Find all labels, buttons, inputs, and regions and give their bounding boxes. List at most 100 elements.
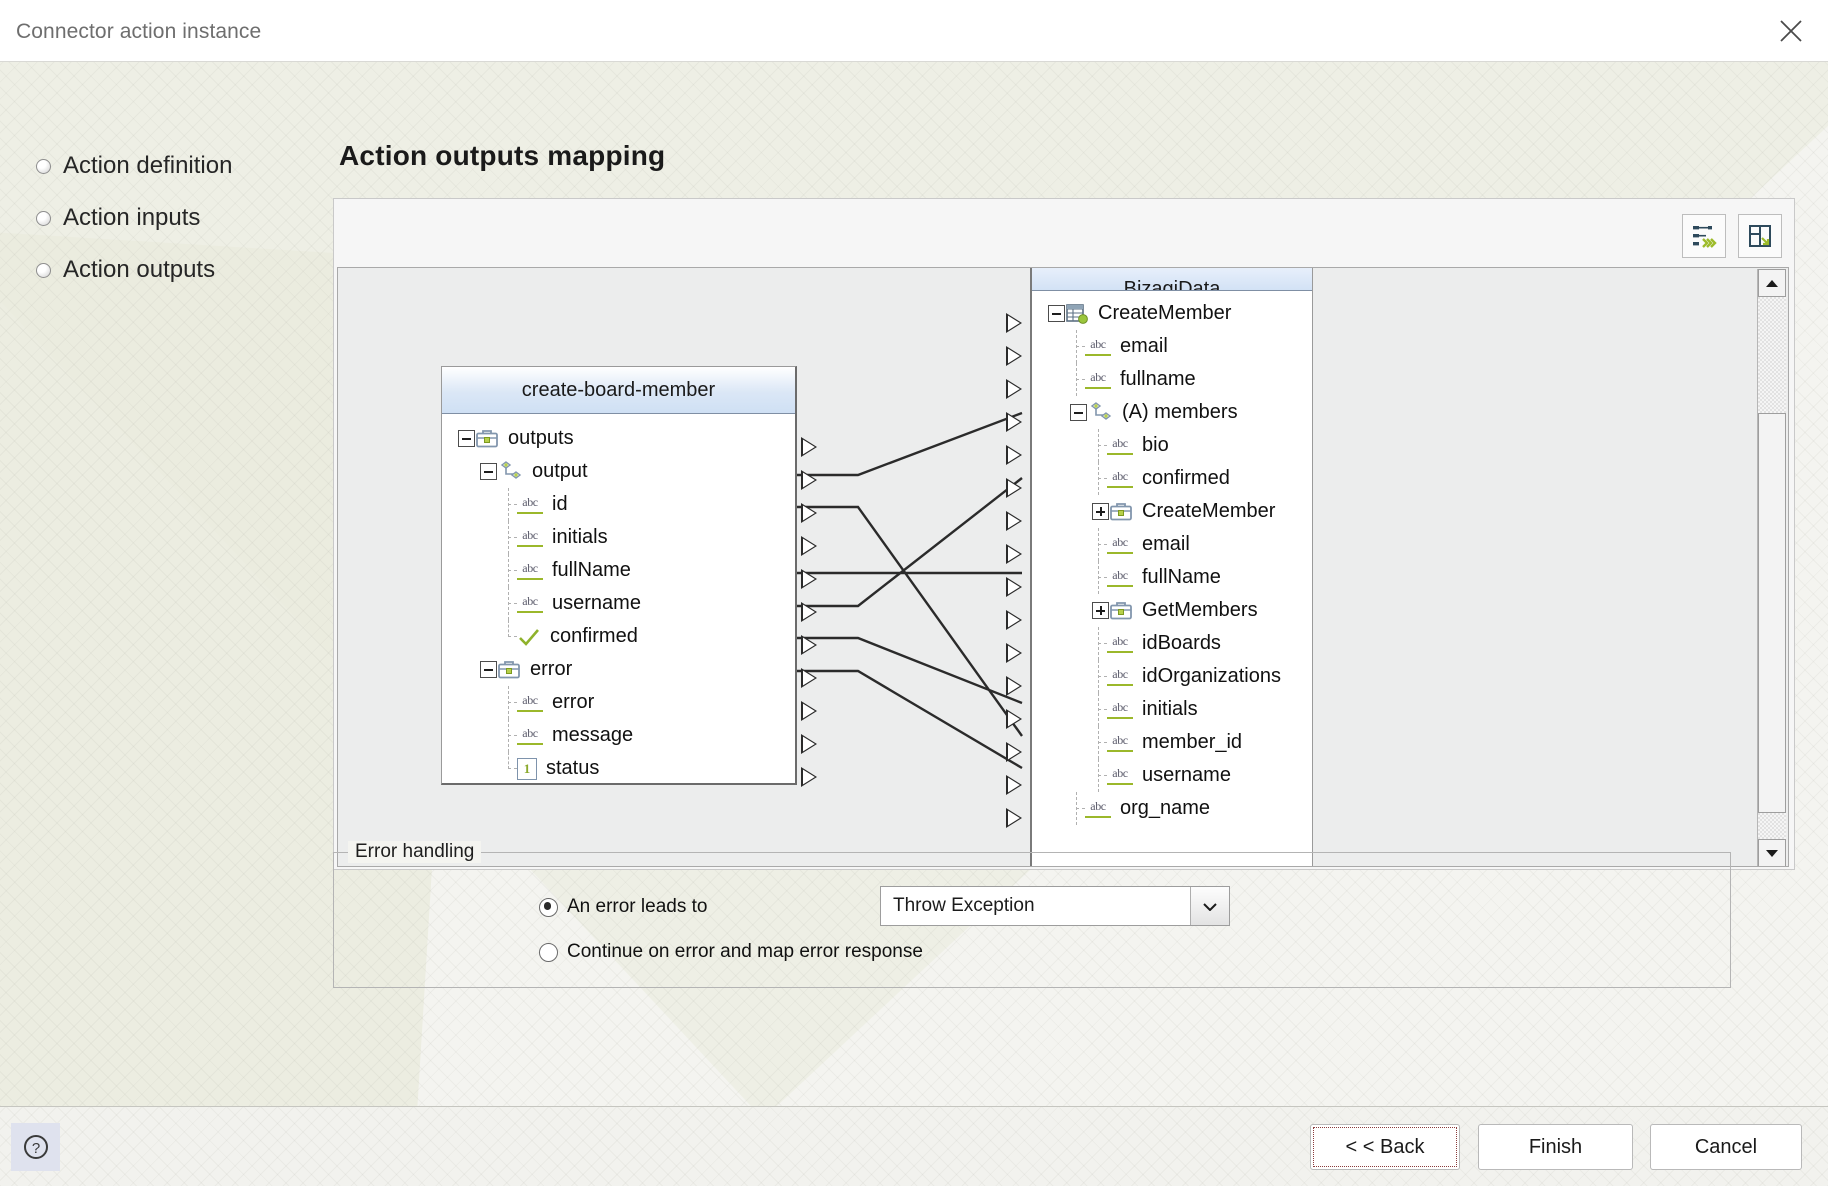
tree-row[interactable]: GetMembers bbox=[1032, 594, 1312, 627]
connector-port[interactable] bbox=[1006, 676, 1022, 696]
tree-row-label: output bbox=[532, 460, 588, 482]
tree-row[interactable]: abc initials bbox=[1032, 693, 1312, 726]
radio-label: An error leads to bbox=[567, 896, 708, 917]
connector-port[interactable] bbox=[801, 767, 817, 787]
tree-row-label: idOrganizations bbox=[1142, 665, 1281, 687]
connector-port[interactable] bbox=[801, 602, 817, 622]
tree-guide bbox=[502, 686, 517, 719]
collapse-icon[interactable] bbox=[458, 430, 475, 447]
finish-button[interactable]: Finish bbox=[1478, 1124, 1633, 1170]
error-action-select[interactable]: Throw Exception bbox=[880, 886, 1230, 926]
tree-row[interactable]: CreateMember bbox=[1032, 495, 1312, 528]
scroll-up-icon[interactable] bbox=[1758, 269, 1786, 297]
collapse-icon[interactable] bbox=[1070, 404, 1087, 421]
error-handling-legend: Error handling bbox=[348, 841, 482, 863]
tree-row[interactable]: abc confirmed bbox=[1032, 462, 1312, 495]
connector-action-dialog: Connector action instance Action definit… bbox=[0, 0, 1828, 1186]
tree-row[interactable]: CreateMember bbox=[1032, 297, 1312, 330]
connector-port[interactable] bbox=[1006, 412, 1022, 432]
tree-row-label: email bbox=[1142, 533, 1190, 555]
tree-row[interactable]: abc fullname bbox=[1032, 363, 1312, 396]
tree-row[interactable]: abc username bbox=[1032, 759, 1312, 792]
target-tree: CreateMember abc email abc fullname (A) membe… bbox=[1032, 291, 1312, 825]
scrollbar-thumb[interactable] bbox=[1758, 413, 1786, 813]
tree-row[interactable]: abc idBoards bbox=[1032, 627, 1312, 660]
tree-row[interactable]: abc fullName bbox=[1032, 561, 1312, 594]
target-input-ports bbox=[1006, 268, 1028, 866]
tree-row[interactable]: error bbox=[442, 653, 795, 686]
collapse-icon[interactable] bbox=[480, 463, 497, 480]
connector-port[interactable] bbox=[1006, 610, 1022, 630]
connector-port[interactable] bbox=[801, 635, 817, 655]
integer-type-icon: 1 bbox=[517, 757, 537, 780]
tree-row[interactable]: outputs bbox=[442, 422, 795, 455]
connector-port[interactable] bbox=[801, 668, 817, 688]
tree-row[interactable]: abc member_id bbox=[1032, 726, 1312, 759]
tree-row[interactable]: (A) members bbox=[1032, 396, 1312, 429]
connector-port[interactable] bbox=[1006, 775, 1022, 795]
tree-row[interactable]: abc idOrganizations bbox=[1032, 660, 1312, 693]
tree-row[interactable]: abc initials bbox=[442, 521, 795, 554]
tree-row[interactable]: abc message bbox=[442, 719, 795, 752]
connector-port[interactable] bbox=[1006, 709, 1022, 729]
tree-row[interactable]: 1 status bbox=[442, 752, 795, 785]
expand-icon[interactable] bbox=[1092, 602, 1109, 619]
tree-row[interactable]: abc bio bbox=[1032, 429, 1312, 462]
connector-port[interactable] bbox=[1006, 445, 1022, 465]
tree-row[interactable]: abc username bbox=[442, 587, 795, 620]
collapse-icon[interactable] bbox=[480, 661, 497, 678]
tree-row-label: initials bbox=[1142, 698, 1198, 720]
collapse-icon[interactable] bbox=[1048, 305, 1065, 322]
connector-port[interactable] bbox=[801, 470, 817, 490]
tree-row[interactable]: abc email bbox=[1032, 330, 1312, 363]
connector-port[interactable] bbox=[1006, 313, 1022, 333]
connector-port[interactable] bbox=[1006, 511, 1022, 531]
expand-panel-icon[interactable] bbox=[1738, 214, 1782, 258]
radio-an-error-leads-to[interactable]: An error leads to bbox=[539, 896, 707, 918]
connector-port[interactable] bbox=[1006, 742, 1022, 762]
connector-port[interactable] bbox=[801, 536, 817, 556]
close-icon[interactable] bbox=[1768, 8, 1814, 54]
tree-row[interactable]: output bbox=[442, 455, 795, 488]
tree-row-label: message bbox=[552, 724, 634, 746]
tree-row[interactable]: abc org_name bbox=[1032, 792, 1312, 825]
cancel-button[interactable]: Cancel bbox=[1650, 1124, 1802, 1170]
scroll-down-icon[interactable] bbox=[1758, 839, 1786, 866]
connector-port[interactable] bbox=[1006, 478, 1022, 498]
radio-icon-selected[interactable] bbox=[539, 897, 558, 917]
scrollbar-track[interactable] bbox=[1758, 297, 1786, 839]
connector-port[interactable] bbox=[1006, 544, 1022, 564]
back-button[interactable]: < < Back bbox=[1310, 1124, 1460, 1170]
connector-port[interactable] bbox=[1006, 808, 1022, 828]
tree-row[interactable]: confirmed bbox=[442, 620, 795, 653]
sidebar-item-action-outputs[interactable]: Action outputs bbox=[36, 244, 326, 296]
connector-port[interactable] bbox=[1006, 643, 1022, 663]
help-icon[interactable]: ? bbox=[11, 1123, 60, 1171]
auto-map-icon[interactable] bbox=[1682, 214, 1726, 258]
sidebar-item-action-definition[interactable]: Action definition bbox=[36, 140, 326, 192]
canvas-scrollbar[interactable] bbox=[1757, 269, 1787, 866]
connector-port[interactable] bbox=[801, 701, 817, 721]
connector-port[interactable] bbox=[801, 569, 817, 589]
tree-guide bbox=[502, 620, 517, 653]
wizard-nav: Action definition Action inputs Action o… bbox=[36, 140, 326, 296]
abc-string-icon: abc bbox=[1107, 766, 1133, 785]
connector-port[interactable] bbox=[1006, 577, 1022, 597]
tree-guide bbox=[502, 521, 517, 554]
radio-icon-unselected[interactable] bbox=[539, 942, 558, 962]
chevron-down-icon[interactable] bbox=[1190, 887, 1229, 925]
dialog-footer: ? < < Back Finish Cancel bbox=[0, 1106, 1828, 1186]
connector-port[interactable] bbox=[801, 503, 817, 523]
connector-port[interactable] bbox=[1006, 379, 1022, 399]
sidebar-item-action-inputs[interactable]: Action inputs bbox=[36, 192, 326, 244]
connector-port[interactable] bbox=[801, 437, 817, 457]
connector-port[interactable] bbox=[1006, 346, 1022, 366]
connector-port[interactable] bbox=[801, 734, 817, 754]
tree-row[interactable]: abc fullName bbox=[442, 554, 795, 587]
radio-continue-on-error[interactable]: Continue on error and map error response bbox=[539, 941, 923, 963]
mapping-canvas[interactable]: create-board-member outputs output abc id ab… bbox=[337, 267, 1789, 867]
expand-icon[interactable] bbox=[1092, 503, 1109, 520]
tree-row[interactable]: abc id bbox=[442, 488, 795, 521]
tree-row[interactable]: abc email bbox=[1032, 528, 1312, 561]
tree-row[interactable]: abc error bbox=[442, 686, 795, 719]
